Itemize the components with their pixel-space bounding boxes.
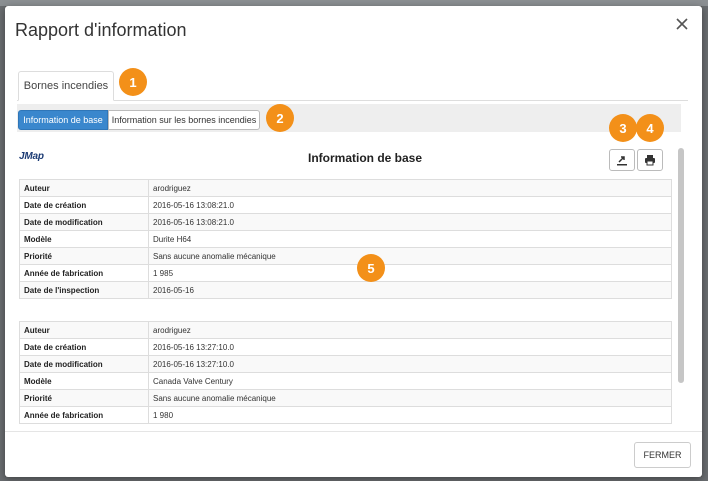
subtab-information-de-base[interactable]: Information de base [18,110,108,130]
field-label: Date de création [19,196,149,214]
field-value: Durite H64 [148,230,672,248]
annotation-badge-2: 2 [266,104,294,132]
field-label: Auteur [19,179,149,197]
content-title: Information de base [307,151,423,165]
field-value: 1 985 [148,264,672,282]
field-label: Date de modification [19,213,149,231]
field-label: Année de fabrication [19,406,149,424]
field-label: Auteur [19,321,149,339]
tabs-divider [17,100,688,101]
report-content: JMap Information de base Auteur arodrigue… [17,138,688,424]
table-row: Modèle Canada Valve Century [19,372,672,390]
background-bottom [0,477,708,481]
table-row: Date de création 2016-05-16 13:08:21.0 [19,196,672,214]
table-row: Auteur arodriguez [19,321,672,339]
field-value: 2016-05-16 13:08:21.0 [148,196,672,214]
annotation-badge-4: 4 [636,114,664,142]
footer-divider [5,431,702,432]
table-row: Année de fabrication 1 980 [19,406,672,424]
annotation-badge-1: 1 [119,68,147,96]
record-table-2: Auteur arodriguez Date de création 2016-05… [19,321,672,424]
field-label: Année de fabrication [19,264,149,282]
annotation-badge-5: 5 [357,254,385,282]
field-value: 2016-05-16 [148,281,672,299]
table-row: Année de fabrication 1 985 [19,264,672,282]
field-value: 2016-05-16 13:08:21.0 [148,213,672,231]
field-value: Canada Valve Century [148,372,672,390]
content-scrollbar[interactable] [678,148,684,383]
tab-bornes-incendies[interactable]: Bornes incendies [18,71,114,101]
field-label: Date de création [19,338,149,356]
export-button[interactable] [609,149,635,171]
table-row: Date de création 2016-05-16 13:27:10.0 [19,338,672,356]
subtab-information-bornes[interactable]: Information sur les bornes incendies [108,110,260,130]
annotation-badge-3: 3 [609,114,637,142]
field-value: 2016-05-16 13:27:10.0 [148,338,672,356]
print-button[interactable] [637,149,663,171]
background-right [702,6,708,481]
field-label: Date de l'inspection [19,281,149,299]
table-row: Modèle Durite H64 [19,230,672,248]
field-value: 1 980 [148,406,672,424]
record-table-1: Auteur arodriguez Date de création 2016-05… [19,179,672,299]
field-value: arodriguez [148,179,672,197]
field-value: Sans aucune anomalie mécanique [148,247,672,265]
table-row: Priorité Sans aucune anomalie mécanique [19,389,672,407]
table-row: Date de modification 2016-05-16 13:08:21.… [19,213,672,231]
field-label: Priorité [19,247,149,265]
field-value: Sans aucune anomalie mécanique [148,389,672,407]
field-label: Date de modification [19,355,149,373]
fermer-button[interactable]: FERMER [634,442,691,468]
table-row: Auteur arodriguez [19,179,672,197]
table-row: Priorité Sans aucune anomalie mécanique [19,247,672,265]
table-row: Date de l'inspection 2016-05-16 [19,281,672,299]
close-icon [676,18,688,30]
close-button[interactable] [674,16,690,32]
field-value: arodriguez [148,321,672,339]
dialog-title: Rapport d'information [15,20,187,40]
field-label: Priorité [19,389,149,407]
field-value: 2016-05-16 13:27:10.0 [148,355,672,373]
field-label: Modèle [19,372,149,390]
info-report-dialog: Rapport d'information Bornes incendies 1… [5,6,702,477]
print-icon [645,155,655,166]
table-row: Date de modification 2016-05-16 13:27:10.… [19,355,672,373]
field-label: Modèle [19,230,149,248]
export-icon [617,156,627,166]
